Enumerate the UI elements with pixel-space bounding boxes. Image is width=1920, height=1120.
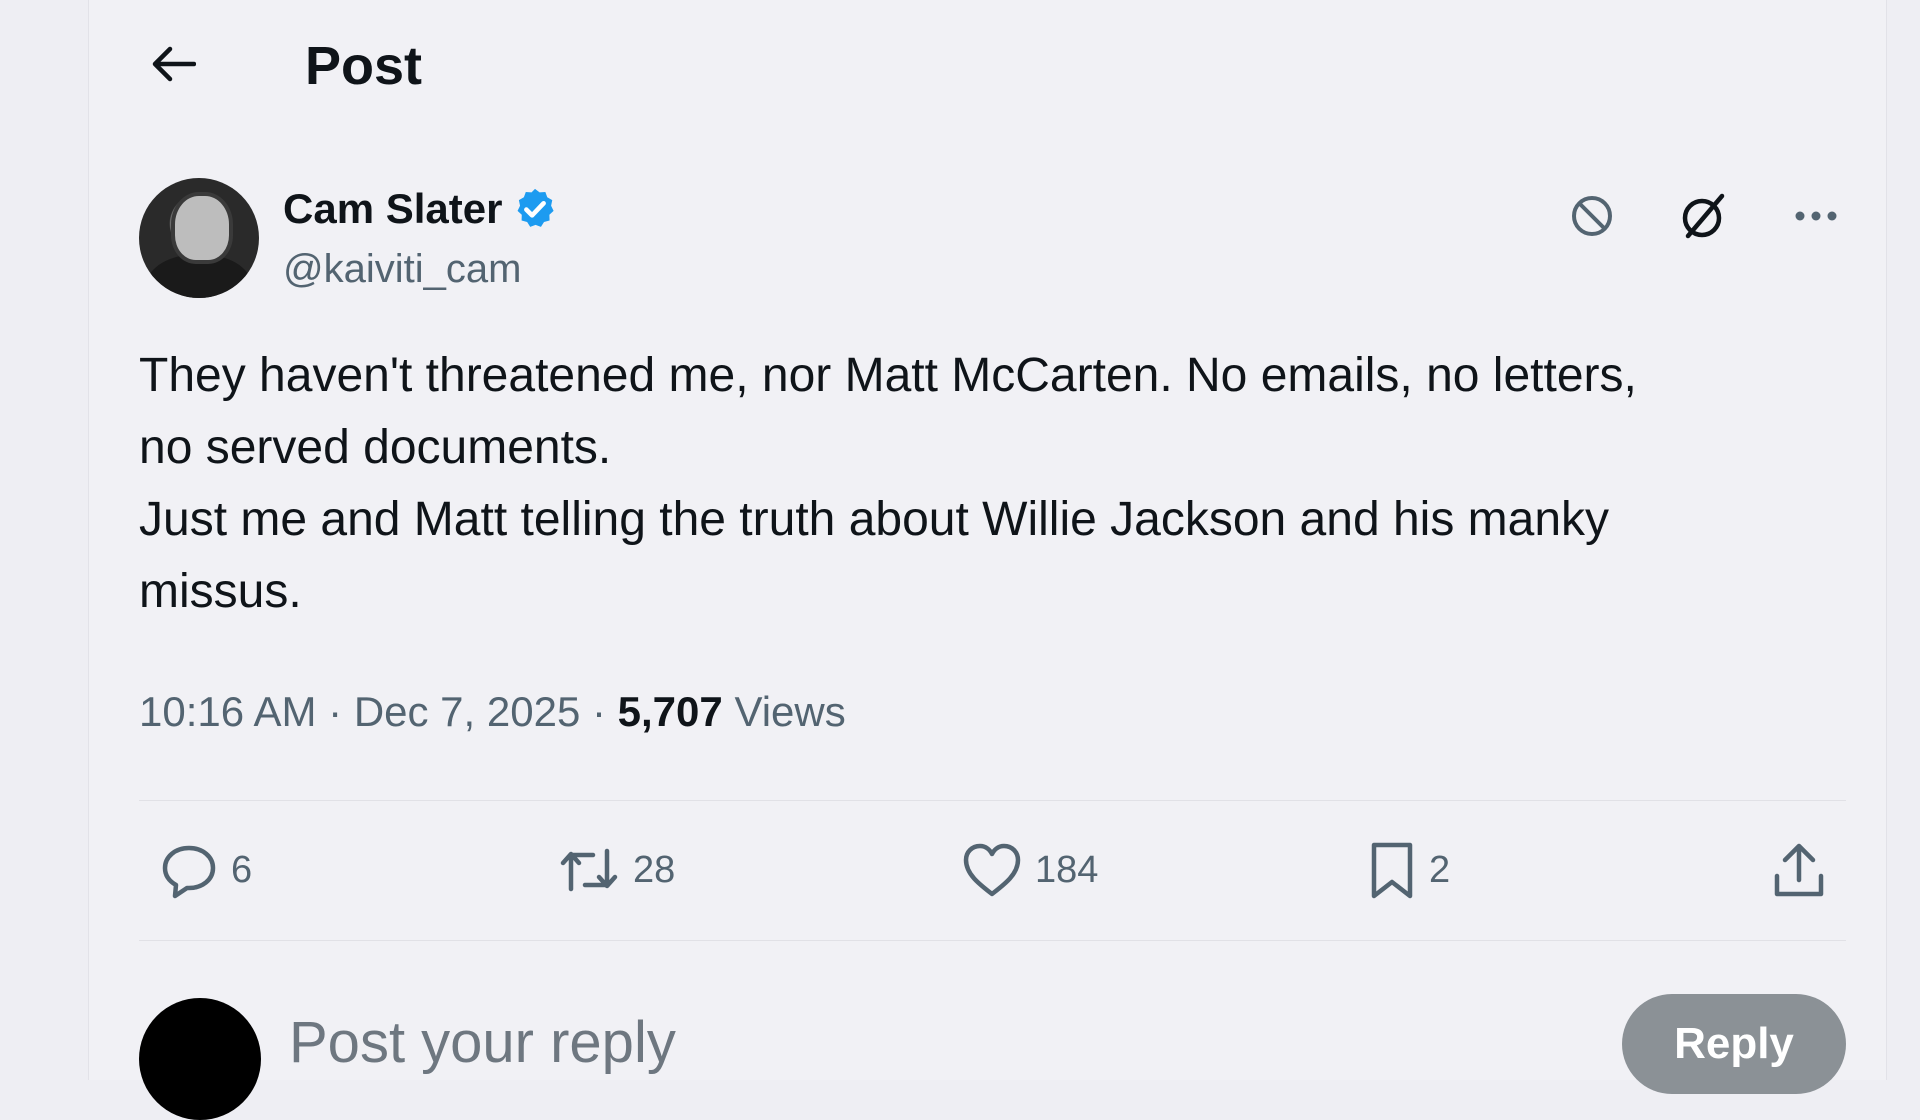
bookmark-action-button[interactable]: 2 xyxy=(1367,830,1450,910)
post-text: They haven't threatened me, nor Matt McC… xyxy=(139,349,1637,618)
post-column: Post Cam Slater @kaiviti_cam They haven'… xyxy=(88,0,1887,1120)
reply-composer: Reply xyxy=(139,990,1846,1120)
grok-icon xyxy=(1682,193,1725,239)
current-user-avatar[interactable] xyxy=(139,998,261,1120)
author-display-name[interactable]: Cam Slater xyxy=(283,184,558,234)
reply-button[interactable]: Reply xyxy=(1622,994,1846,1094)
post-action-bar: 6 28 184 2 xyxy=(139,830,1846,910)
like-count: 184 xyxy=(1035,849,1099,891)
post-time[interactable]: 10:16 AM xyxy=(139,688,316,735)
more-options-button[interactable] xyxy=(1786,186,1846,246)
grok-button[interactable] xyxy=(1674,186,1734,246)
bookmark-count: 2 xyxy=(1429,849,1451,891)
divider-bottom xyxy=(139,940,1846,941)
repost-count: 28 xyxy=(633,849,676,891)
author-avatar[interactable] xyxy=(139,178,259,298)
author-handle[interactable]: @kaiviti_cam xyxy=(283,244,521,294)
share-action-button[interactable] xyxy=(1771,830,1827,910)
views-label: Views xyxy=(734,688,846,735)
repost-action-button[interactable]: 28 xyxy=(557,830,675,910)
heart-icon xyxy=(963,843,1021,897)
repost-icon xyxy=(560,848,618,892)
more-icon xyxy=(1795,211,1837,221)
post-meta: 10:16 AM · Dec 7, 2025 · 5,707 Views xyxy=(139,686,846,738)
views-count: 5,707 xyxy=(617,688,723,735)
reply-input[interactable] xyxy=(289,1004,1489,1080)
verified-badge-icon xyxy=(512,186,558,232)
post-date[interactable]: Dec 7, 2025 xyxy=(354,688,581,735)
reply-count: 6 xyxy=(231,849,253,891)
avatar-face xyxy=(171,192,233,264)
block-icon xyxy=(1572,196,1612,236)
post-author-row: Cam Slater @kaiviti_cam xyxy=(139,178,1846,308)
arrow-left-icon xyxy=(152,46,196,82)
bookmark-icon xyxy=(1371,842,1413,899)
author-name-text: Cam Slater xyxy=(283,185,503,232)
block-button[interactable] xyxy=(1562,186,1622,246)
back-button[interactable] xyxy=(141,32,205,96)
reply-action-button[interactable]: 6 xyxy=(159,830,252,910)
divider-top xyxy=(139,800,1846,801)
post-top-actions xyxy=(1562,186,1846,246)
meta-separator: · xyxy=(328,688,343,735)
reply-icon xyxy=(162,845,216,899)
like-action-button[interactable]: 184 xyxy=(961,830,1098,910)
page-header: Post xyxy=(89,0,1886,136)
share-icon xyxy=(1774,843,1824,897)
meta-separator: · xyxy=(591,688,606,735)
page-title: Post xyxy=(305,36,423,96)
